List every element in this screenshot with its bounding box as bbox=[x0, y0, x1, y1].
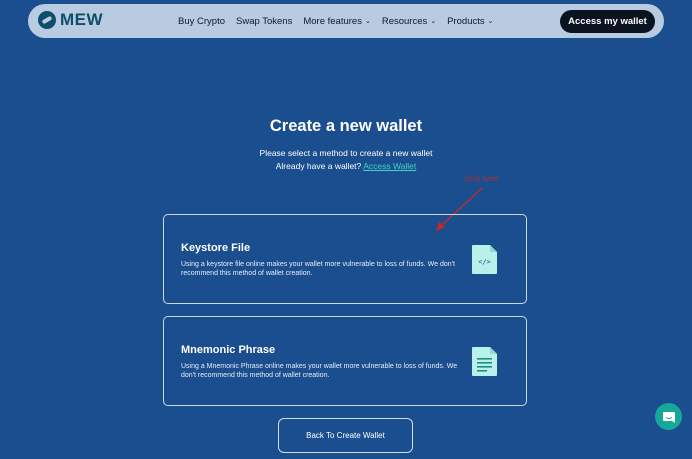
page-title: Create a new wallet bbox=[269, 117, 423, 135]
text-document-icon bbox=[472, 347, 497, 376]
mew-logo-icon bbox=[38, 11, 56, 29]
nav-link-more-features[interactable]: More features ⌄ bbox=[303, 16, 371, 27]
back-to-create-wallet-button[interactable]: Back To Create Wallet bbox=[278, 418, 413, 453]
nav-link-label: More features bbox=[303, 15, 362, 27]
mew-logo[interactable]: MEW bbox=[38, 10, 103, 30]
nav-link-buy-crypto[interactable]: Buy Crypto bbox=[178, 16, 225, 27]
nav-link-products[interactable]: Products ⌄ bbox=[447, 16, 493, 27]
option-title: Mnemonic Phrase bbox=[181, 344, 276, 356]
nav-link-label: Swap Tokens bbox=[236, 15, 293, 27]
option-description: Using a Mnemonic Phrase online makes you… bbox=[181, 363, 458, 379]
page-subtitle: Please select a method to create a new w… bbox=[0, 147, 692, 173]
svg-text:</>: </> bbox=[478, 258, 491, 266]
option-description: Using a keystore file online makes your … bbox=[181, 261, 455, 277]
nav-link-label: Resources bbox=[381, 15, 428, 27]
subtitle-text: Please select a method to create a new w… bbox=[259, 148, 433, 158]
top-navbar: MEW Buy Crypto Swap Tokens More features… bbox=[28, 4, 664, 38]
nav-link-resources[interactable]: Resources ⌄ bbox=[382, 16, 436, 27]
nav-links: Buy Crypto Swap Tokens More features ⌄ R… bbox=[178, 4, 494, 38]
chat-bubble-icon bbox=[662, 411, 675, 423]
logo-text: MEW bbox=[60, 10, 104, 29]
access-wallet-link[interactable]: Access Wallet bbox=[363, 161, 416, 171]
already-text: Already have a wallet? bbox=[275, 161, 362, 171]
nav-link-swap-tokens[interactable]: Swap Tokens bbox=[236, 16, 292, 27]
keystore-file-option[interactable]: Keystore File Using a keystore file onli… bbox=[163, 214, 527, 304]
mnemonic-phrase-option[interactable]: Mnemonic Phrase Using a Mnemonic Phrase … bbox=[163, 316, 527, 406]
code-file-icon: </> bbox=[472, 245, 497, 274]
already-have-wallet: Already have a wallet? Access Wallet bbox=[0, 160, 692, 173]
option-title: Keystore File bbox=[181, 242, 251, 254]
chat-support-button[interactable] bbox=[655, 403, 682, 430]
chevron-down-icon: ⌄ bbox=[430, 18, 437, 25]
access-my-wallet-button[interactable]: Access my wallet bbox=[560, 10, 655, 33]
chevron-down-icon: ⌄ bbox=[487, 18, 494, 25]
nav-link-label: Buy Crypto bbox=[178, 15, 225, 27]
chevron-down-icon: ⌄ bbox=[364, 18, 371, 25]
nav-link-label: Products bbox=[447, 15, 485, 27]
